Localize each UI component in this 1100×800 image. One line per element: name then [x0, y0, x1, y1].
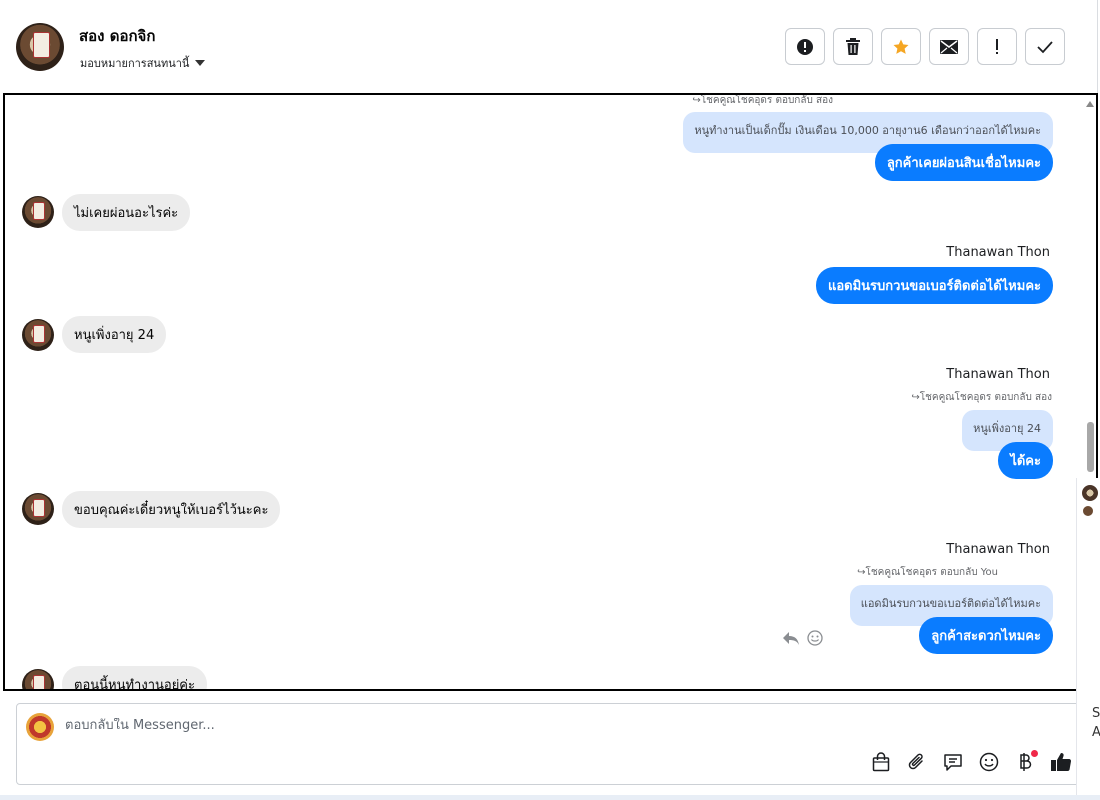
- reply-composer: [16, 703, 1086, 785]
- messenger-inbox: สอง ดอกจิก มอบหมายการสนทนานี้ ↪โชคคูณโชค…: [0, 0, 1100, 800]
- saved-replies-button[interactable]: [942, 751, 964, 773]
- mark-done-button[interactable]: [1025, 28, 1065, 65]
- outgoing-message[interactable]: ลูกค้าเคยผ่อนสินเชื่อไหมคะ: [874, 144, 1053, 181]
- incoming-message[interactable]: ขอบคุณค่ะเดี๋ยวหนูให้เบอร์ไว้นะคะ: [62, 491, 281, 528]
- attach-button[interactable]: [906, 751, 928, 773]
- star-icon: [893, 39, 909, 54]
- conversation-header: สอง ดอกจิก มอบหมายการสนทนานี้: [0, 0, 1100, 94]
- message-input[interactable]: [65, 718, 765, 733]
- composer-tools: [870, 750, 1072, 773]
- scroll-up-arrow-icon[interactable]: [1086, 101, 1094, 107]
- notification-dot: [1031, 750, 1038, 757]
- conversation-toolbar: [785, 28, 1065, 65]
- contact-avatar-small[interactable]: [22, 493, 54, 525]
- emoji-button[interactable]: [978, 751, 1000, 773]
- assign-conversation-dropdown[interactable]: มอบหมายการสนทนานี้: [80, 54, 206, 72]
- contact-avatar-small[interactable]: [22, 319, 54, 351]
- incoming-message[interactable]: หนูเพิ่งอายุ 24: [62, 316, 167, 353]
- thumbs-up-icon: [1051, 753, 1072, 772]
- chat-head-avatar-secondary: [1083, 506, 1093, 516]
- contact-avatar-small[interactable]: [22, 196, 54, 228]
- mark-important-button[interactable]: [977, 28, 1017, 65]
- reply-meta: ↪โชคคูณโชคอุดร ตอบกลับ สอง: [911, 392, 1052, 403]
- sender-name: Thanawan Thon: [946, 245, 1050, 260]
- payment-button[interactable]: [1014, 750, 1038, 773]
- side-chat-widget[interactable]: S A: [1076, 478, 1100, 800]
- reply-icon[interactable]: [782, 630, 800, 646]
- reply-meta: ↪โชคคูณโชคอุดร ตอบกลับ You: [857, 567, 998, 578]
- bottom-strip: [0, 795, 1100, 800]
- exclamation-icon: [996, 38, 998, 54]
- side-widget-text: S: [1092, 706, 1100, 721]
- check-icon: [1037, 40, 1053, 53]
- react-emoji-icon[interactable]: [807, 630, 823, 646]
- outgoing-message[interactable]: แอดมินรบกวนขอเบอร์ติดต่อได้ไหมคะ: [815, 267, 1053, 304]
- scrollbar-thumb[interactable]: [1087, 422, 1094, 472]
- incoming-message[interactable]: ไม่เคยผ่อนอะไรค่ะ: [62, 194, 191, 231]
- contact-name[interactable]: สอง ดอกจิก: [79, 24, 155, 48]
- caret-down-icon: [195, 60, 206, 66]
- outgoing-message[interactable]: ได้คะ: [998, 442, 1053, 479]
- report-spam-button[interactable]: [785, 28, 825, 65]
- like-button[interactable]: [1050, 751, 1072, 773]
- emoji-icon: [979, 752, 999, 772]
- baht-icon: [1020, 753, 1032, 771]
- paperclip-icon: [908, 753, 923, 770]
- divider: [1097, 0, 1098, 94]
- mark-unread-button[interactable]: [929, 28, 969, 65]
- shopping-bag-icon: [872, 752, 890, 772]
- shopping-bag-button[interactable]: [870, 751, 892, 773]
- message-thread[interactable]: ↪โชคคูณโชคอุดร ตอบกลับ สอง หนูทำงานเป็นเ…: [3, 93, 1098, 691]
- sender-name: Thanawan Thon: [946, 542, 1050, 557]
- exclamation-circle-icon: [797, 38, 813, 55]
- delete-button[interactable]: [833, 28, 873, 65]
- assign-label: มอบหมายการสนทนานี้: [80, 57, 190, 70]
- outgoing-message[interactable]: ลูกค้าสะดวกไหมคะ: [919, 617, 1053, 654]
- chat-head-avatar[interactable]: [1082, 485, 1098, 501]
- sender-name: Thanawan Thon: [946, 367, 1050, 382]
- envelope-icon: [940, 39, 958, 54]
- contact-avatar-small[interactable]: [22, 669, 54, 689]
- star-button[interactable]: [881, 28, 921, 65]
- contact-avatar[interactable]: [16, 23, 64, 71]
- saved-reply-icon: [944, 754, 962, 771]
- incoming-message[interactable]: ตอนนี้หนูทำงานอยู่ค่ะ: [62, 666, 207, 689]
- side-widget-text: A: [1092, 725, 1100, 740]
- trash-icon: [846, 37, 860, 55]
- reply-meta: ↪โชคคูณโชคอุดร ตอบกลับ สอง: [692, 95, 833, 106]
- page-avatar: [26, 713, 54, 741]
